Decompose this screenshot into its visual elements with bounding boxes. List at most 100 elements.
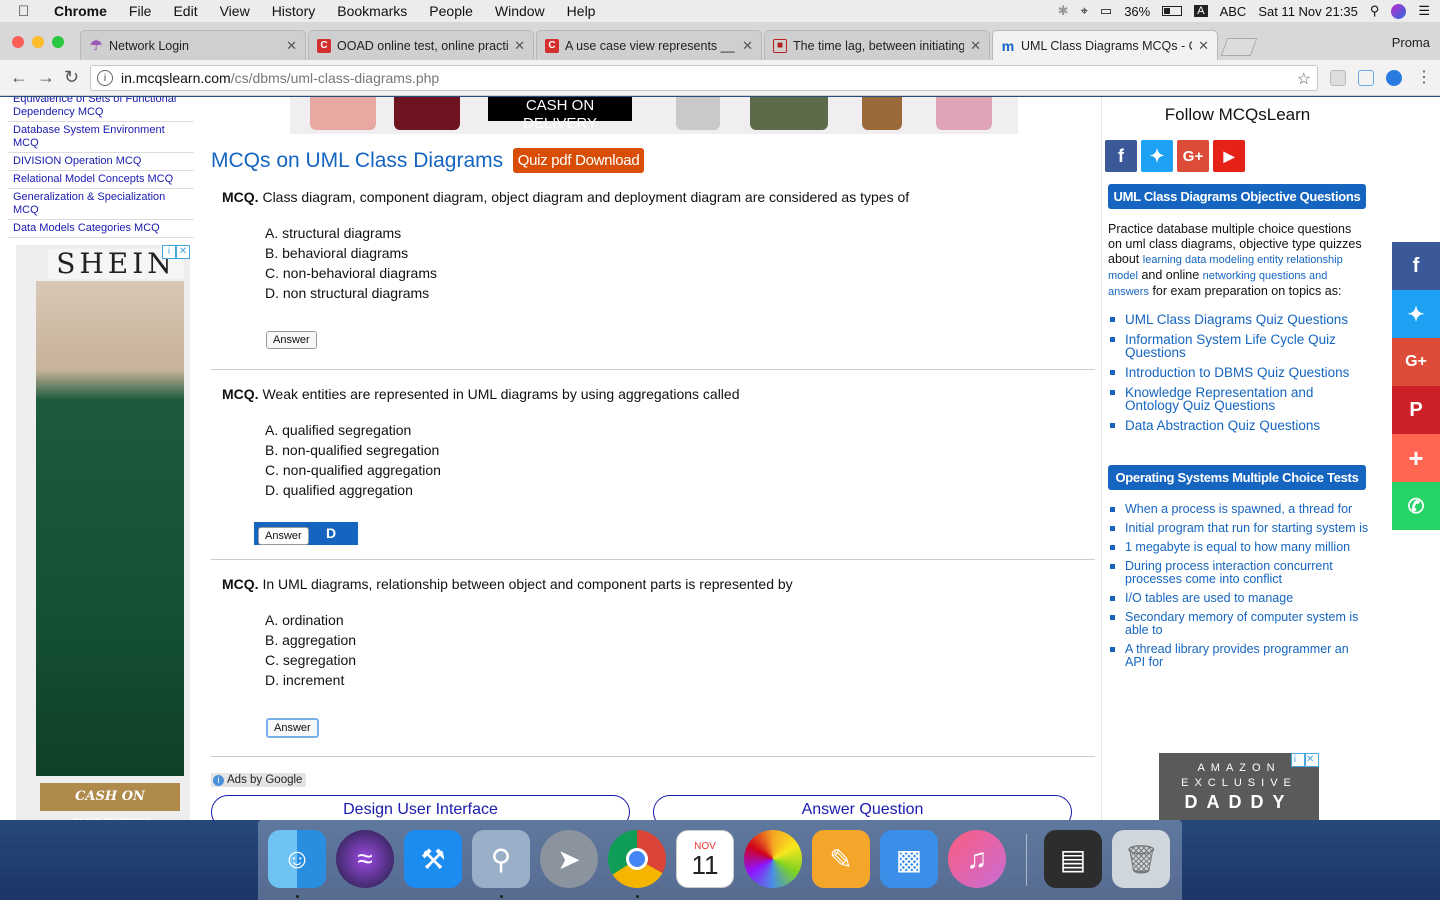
shein-ad[interactable]: SHEIN CASH ON DELIVERY i ✕: [16, 245, 190, 820]
bookmark-star-icon[interactable]: ☆: [1297, 69, 1311, 89]
google-plus-share-icon[interactable]: G+: [1392, 338, 1440, 386]
more-share-icon[interactable]: +: [1392, 434, 1440, 482]
os-question-link[interactable]: When a process is spawned, a thread for: [1108, 503, 1370, 516]
battery-icon[interactable]: [1162, 6, 1183, 16]
facebook-share-icon[interactable]: f: [1392, 242, 1440, 290]
xcode-icon[interactable]: ⚒: [404, 830, 462, 888]
facebook-icon[interactable]: f: [1105, 140, 1137, 172]
youtube-icon[interactable]: ▶: [1213, 140, 1245, 172]
close-tab-icon[interactable]: ✕: [1198, 38, 1209, 54]
extension-doc-icon[interactable]: [1358, 70, 1374, 86]
pages-icon[interactable]: ✎: [812, 830, 870, 888]
pinterest-share-icon[interactable]: P: [1392, 386, 1440, 434]
os-question-link[interactable]: A thread library provides programmer an …: [1108, 643, 1370, 669]
tab-time-lag[interactable]: ■ The time lag, between initiating ✕: [764, 30, 990, 60]
airplay-icon[interactable]: ▭: [1100, 3, 1112, 19]
siri-icon[interactable]: ≈: [336, 830, 394, 888]
minimize-window-button[interactable]: [32, 36, 44, 48]
ad-close-icon[interactable]: ✕: [1305, 753, 1319, 767]
bluetooth-icon[interactable]: ✱: [1058, 3, 1069, 19]
reload-icon[interactable]: ↻: [64, 67, 79, 88]
google-plus-icon[interactable]: G+: [1177, 140, 1209, 172]
apple-icon[interactable]: : [18, 3, 40, 20]
zoom-window-button[interactable]: [52, 36, 64, 48]
os-question-link[interactable]: During process interaction concurrent pr…: [1108, 560, 1370, 586]
answer-button[interactable]: Answer: [266, 331, 317, 349]
extension-sync-icon[interactable]: [1386, 70, 1402, 86]
adchoices-icon[interactable]: i: [162, 245, 176, 259]
wifi-icon[interactable]: ⌖: [1081, 3, 1088, 19]
adchoices-icon[interactable]: i: [1291, 753, 1305, 767]
chrome-menu-icon[interactable]: ⋮: [1416, 67, 1432, 87]
topic-link[interactable]: UML Class Diagrams Quiz Questions: [1108, 313, 1370, 326]
topic-link[interactable]: Information System Life Cycle Quiz Quest…: [1108, 333, 1370, 359]
amazon-exclusive-ad[interactable]: AMAZON EXCLUSIVE DADDY i ✕: [1159, 753, 1319, 820]
answer-button[interactable]: Answer: [258, 527, 309, 545]
menu-edit[interactable]: Edit: [173, 3, 197, 19]
twitter-icon[interactable]: ✦: [1141, 140, 1173, 172]
sidebar-link[interactable]: Data Models Categories MCQ: [8, 220, 194, 238]
extension-d-icon[interactable]: [1330, 70, 1346, 86]
notification-center-icon[interactable]: ☰: [1418, 3, 1430, 19]
sidebar-link[interactable]: Generalization & Specialization MCQ: [8, 189, 194, 220]
menu-bookmarks[interactable]: Bookmarks: [337, 3, 407, 19]
design-user-interface-button[interactable]: Design User Interface: [211, 795, 630, 820]
new-tab-button[interactable]: [1220, 38, 1258, 56]
sidebar-link[interactable]: Relational Model Concepts MCQ: [8, 171, 194, 189]
os-question-link[interactable]: 1 megabyte is equal to how many million: [1108, 541, 1370, 554]
close-tab-icon[interactable]: ✕: [514, 38, 525, 54]
answer-button[interactable]: Answer: [266, 718, 319, 738]
quiz-pdf-download-button[interactable]: Quiz pdf Download: [512, 148, 645, 173]
ads-by-google[interactable]: i Ads by Google: [211, 773, 307, 787]
profile-button[interactable]: Proma: [1392, 35, 1430, 50]
sidebar-link[interactable]: Equivalence of Sets of Functional Depend…: [8, 97, 194, 122]
os-question-link[interactable]: Initial program that run for starting sy…: [1108, 522, 1370, 535]
input-source-label[interactable]: ABC: [1220, 4, 1247, 19]
back-arrow-icon[interactable]: ←: [10, 67, 28, 88]
sidebar-link[interactable]: DIVISION Operation MCQ: [8, 153, 194, 171]
answer-question-button[interactable]: Answer Question: [653, 795, 1072, 820]
site-info-icon[interactable]: i: [97, 70, 113, 86]
menu-people[interactable]: People: [429, 3, 473, 19]
siri-icon[interactable]: [1391, 3, 1407, 19]
tab-network-login[interactable]: ☂ Network Login ✕: [80, 30, 306, 60]
top-banner-ad[interactable]: CASH ON DELIVERY: [290, 97, 1018, 134]
input-source-icon[interactable]: A: [1194, 5, 1208, 17]
close-tab-icon[interactable]: ✕: [286, 38, 297, 54]
trash-icon[interactable]: 🗑: [1112, 830, 1170, 888]
keynote-icon[interactable]: ▩: [880, 830, 938, 888]
menu-help[interactable]: Help: [567, 3, 596, 19]
preview-icon[interactable]: ⚲: [472, 830, 530, 888]
app-menu-chrome[interactable]: Chrome: [54, 3, 107, 19]
os-question-link[interactable]: Secondary memory of computer system is a…: [1108, 611, 1370, 637]
close-tab-icon[interactable]: ✕: [970, 38, 981, 54]
forward-arrow-icon[interactable]: →: [37, 67, 55, 88]
close-tab-icon[interactable]: ✕: [742, 38, 753, 54]
twitter-share-icon[interactable]: ✦: [1392, 290, 1440, 338]
os-question-link[interactable]: I/O tables are used to manage: [1108, 592, 1370, 605]
chrome-icon[interactable]: [608, 830, 666, 888]
close-window-button[interactable]: [12, 36, 24, 48]
spotlight-search-icon[interactable]: ⚲: [1370, 3, 1380, 19]
menubar-clock[interactable]: Sat 11 Nov 21:35: [1258, 4, 1358, 19]
topic-link[interactable]: Introduction to DBMS Quiz Questions: [1108, 366, 1370, 379]
menu-file[interactable]: File: [129, 3, 152, 19]
sidebar-link[interactable]: Database System Environment MCQ: [8, 122, 194, 153]
topic-link[interactable]: Data Abstraction Quiz Questions: [1108, 419, 1370, 432]
address-bar[interactable]: i in.mcqslearn.com/cs/dbms/uml-class-dia…: [90, 65, 1318, 91]
tab-uml-class-diagrams[interactable]: m UML Class Diagrams MCQs - C ✕: [992, 30, 1218, 60]
menu-window[interactable]: Window: [495, 3, 545, 19]
itunes-icon[interactable]: ♫: [948, 830, 1006, 888]
photos-icon[interactable]: [744, 830, 802, 888]
menu-view[interactable]: View: [220, 3, 250, 19]
downloads-folder-icon[interactable]: ▤: [1044, 830, 1102, 888]
menu-history[interactable]: History: [272, 3, 316, 19]
ad-close-icon[interactable]: ✕: [176, 245, 190, 259]
finder-icon[interactable]: ☺: [268, 830, 326, 888]
battery-percent[interactable]: 36%: [1124, 4, 1150, 19]
topic-link[interactable]: Knowledge Representation and Ontology Qu…: [1108, 386, 1370, 412]
tab-ooad-test[interactable]: C OOAD online test, online practi ✕: [308, 30, 534, 60]
tab-use-case-view[interactable]: C A use case view represents __ ✕: [536, 30, 762, 60]
calendar-icon[interactable]: NOV 11: [676, 830, 734, 888]
whatsapp-share-icon[interactable]: ✆: [1392, 482, 1440, 530]
